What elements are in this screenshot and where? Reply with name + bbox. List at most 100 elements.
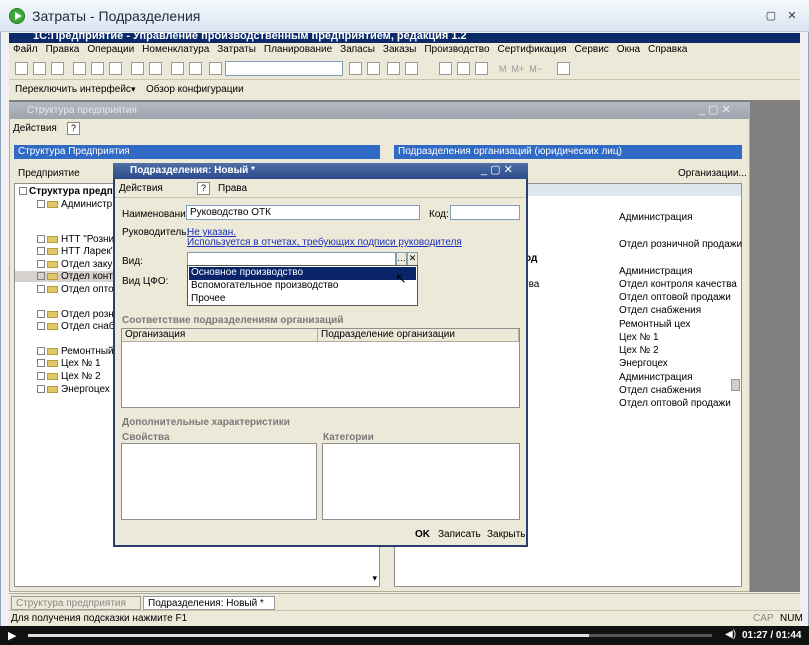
structure-title: Структура предприятия [27, 105, 137, 116]
config-overview-button[interactable]: Обзор конфигурации [146, 84, 244, 95]
tree-root[interactable]: Структура предпр [19, 186, 119, 197]
table-row[interactable]: Цех № 2 [619, 345, 659, 356]
menu-help[interactable]: Справка [644, 43, 691, 55]
table-row[interactable]: Отдел оптовой продажи [619, 292, 731, 303]
dropdown-option[interactable]: Вспомогательное производство [189, 280, 416, 293]
table-row[interactable]: Отдел снабжения [619, 385, 701, 396]
dropdown-option-selected[interactable]: Основное производство [189, 267, 416, 280]
window-controls-icon[interactable]: _ ▢ ✕ [699, 103, 731, 116]
tree-item[interactable]: НТТ Ларек" [37, 246, 114, 257]
table-row[interactable]: Отдел снабжения [619, 305, 701, 316]
print-icon[interactable] [131, 62, 144, 75]
menu-costs[interactable]: Затраты [213, 43, 260, 55]
save-button[interactable]: Записать [438, 529, 481, 540]
memory-buttons[interactable]: M M+ M− [499, 64, 542, 74]
menu-file[interactable]: Файл [9, 43, 42, 55]
scrollbar-thumb[interactable] [731, 379, 740, 391]
tree-item[interactable]: Ремонтный [37, 346, 114, 357]
table-row[interactable]: Цех № 1 [619, 332, 659, 343]
play-icon[interactable]: ▶ [8, 629, 16, 642]
folder-icon [47, 235, 58, 243]
table-row[interactable]: Энергоцех [619, 358, 668, 369]
name-label: Наименование: [122, 209, 195, 220]
tree-item[interactable]: Отдел розни [37, 309, 119, 320]
windows-icon[interactable] [387, 62, 400, 75]
properties-list[interactable] [121, 443, 317, 520]
volume-icon[interactable]: ◀) [725, 629, 736, 640]
cut-icon[interactable] [73, 62, 86, 75]
table-row[interactable]: Администрация [619, 372, 693, 383]
task-new-unit[interactable]: Подразделения: Новый * [143, 596, 275, 610]
tree-item[interactable]: Отдел оптово [37, 284, 124, 295]
tree-item[interactable]: Отдел снабж [37, 321, 121, 332]
scroll-down-icon[interactable]: ▾ [372, 573, 377, 584]
calculator-icon[interactable] [439, 62, 452, 75]
paste-icon[interactable] [109, 62, 122, 75]
tree-item[interactable]: Энергоцех [37, 384, 110, 395]
undo-icon[interactable] [171, 62, 184, 75]
properties-label: Свойства [122, 432, 170, 443]
find-next-icon[interactable] [349, 62, 362, 75]
rights-button[interactable]: Права [218, 183, 247, 194]
menu-stock[interactable]: Запасы [336, 43, 379, 55]
help-icon[interactable]: ? [197, 182, 210, 195]
code-input[interactable] [450, 205, 520, 220]
table-row[interactable]: Отдел розничной продажи [619, 239, 742, 250]
column-org-unit[interactable]: Подразделение организации [318, 329, 519, 342]
tree-item[interactable]: Цех № 2 [37, 371, 101, 382]
menu-service[interactable]: Сервис [571, 43, 613, 55]
menu-certification[interactable]: Сертификация [494, 43, 571, 55]
menu-planning[interactable]: Планирование [260, 43, 336, 55]
table-row[interactable]: Ремонтный цех [619, 319, 690, 330]
copy-icon[interactable] [91, 62, 104, 75]
folder-icon [47, 310, 58, 318]
menu-windows[interactable]: Окна [613, 43, 644, 55]
name-input[interactable]: Руководство ОТК [186, 205, 420, 220]
save-icon[interactable] [51, 62, 64, 75]
close-button[interactable]: Закрыть [487, 529, 526, 540]
preview-icon[interactable] [149, 62, 162, 75]
dropdown-option[interactable]: Прочее [189, 293, 416, 306]
search-input[interactable] [225, 61, 343, 76]
ok-button[interactable]: OK [415, 529, 430, 540]
tree-item[interactable]: Администр [37, 199, 112, 210]
tree-item[interactable]: Отдел закуп [37, 259, 118, 270]
new-icon[interactable] [15, 62, 28, 75]
tree-item[interactable]: Цех № 1 [37, 358, 101, 369]
redo-icon[interactable] [189, 62, 202, 75]
cap-indicator: CAP [753, 613, 774, 624]
tools-icon[interactable] [557, 62, 570, 75]
find-icon[interactable] [209, 62, 222, 75]
dialog-window-controls-icon[interactable]: _ ▢ ✕ [481, 163, 513, 176]
menu-orders[interactable]: Заказы [379, 43, 420, 55]
clipboard-icon[interactable] [475, 62, 488, 75]
menu-operations[interactable]: Операции [83, 43, 138, 55]
head-note-link[interactable]: Используется в отчетах, требующих подпис… [187, 237, 462, 248]
task-structure[interactable]: Структура предприятия [11, 596, 141, 610]
table-row[interactable]: Отдел оптовой продажи [619, 398, 731, 409]
status-bar: Для получения подсказки нажмите F1 CAP N… [9, 610, 803, 626]
table-row[interactable]: Отдел контроля качества [619, 279, 737, 290]
menu-production[interactable]: Производство [420, 43, 493, 55]
minimize-icon[interactable]: ▢ [764, 10, 778, 22]
seek-bar[interactable] [28, 634, 712, 637]
calendar-icon[interactable] [457, 62, 470, 75]
categories-list[interactable] [322, 443, 520, 520]
actions-menu[interactable]: Действия [13, 123, 57, 134]
dropdown-arrow-icon[interactable]: ▾ [131, 84, 136, 95]
organizations-button[interactable]: Организации... [678, 168, 747, 179]
enterprise-menu[interactable]: Предприятие [18, 168, 80, 179]
menu-nomenclature[interactable]: Номенклатура [138, 43, 213, 55]
table-row[interactable]: Администрация [619, 212, 693, 223]
switch-interface-button[interactable]: Переключить интерфейс [15, 84, 131, 95]
help-icon[interactable]: ? [67, 122, 80, 135]
close-icon[interactable]: ✕ [785, 10, 799, 22]
tree-item[interactable]: НТТ "Розни [37, 234, 114, 245]
table-row[interactable]: Администрация [619, 266, 693, 277]
help-icon[interactable] [405, 62, 418, 75]
open-icon[interactable] [33, 62, 46, 75]
find-prev-icon[interactable] [367, 62, 380, 75]
column-organization[interactable]: Организация [122, 329, 318, 342]
dialog-actions-menu[interactable]: Действия [119, 183, 163, 194]
menu-edit[interactable]: Правка [42, 43, 84, 55]
